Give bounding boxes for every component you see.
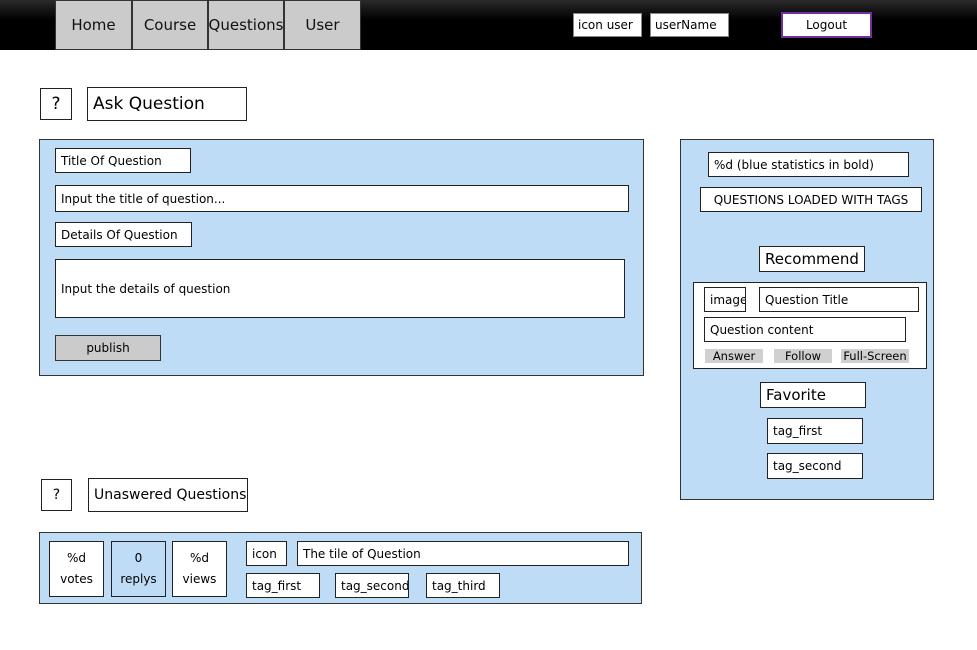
unanswered-question-item[interactable]: %d votes 0 replys %d views icon The tile… <box>39 532 642 604</box>
question-details-input[interactable]: Input the details of question <box>55 259 625 318</box>
fullscreen-button[interactable]: Full-Screen <box>841 349 909 363</box>
unanswered-question-title[interactable]: The tile of Question <box>297 541 629 566</box>
question-title-input[interactable]: Input the title of question... <box>55 185 629 212</box>
follow-button[interactable]: Follow <box>774 349 832 363</box>
recommend-question-content: Question content <box>704 317 906 342</box>
views-count: %d <box>189 551 210 565</box>
recommend-card[interactable]: image Question Title Question content An… <box>693 282 927 369</box>
recommend-question-title[interactable]: Question Title <box>759 287 919 312</box>
recommend-heading: Recommend <box>759 246 865 272</box>
question-mark-icon: ? <box>40 88 72 120</box>
views-stat: %d views <box>172 541 227 597</box>
question-icon: icon <box>246 541 287 566</box>
replies-label: replys <box>120 572 157 586</box>
votes-label: votes <box>60 572 93 586</box>
username-label[interactable]: userName <box>650 13 729 37</box>
nav-tab-questions[interactable]: Questions <box>208 0 284 50</box>
nav-tab-user[interactable]: User <box>284 0 361 50</box>
replies-count: 0 <box>134 551 143 565</box>
question-tag-first[interactable]: tag_first <box>246 573 320 598</box>
top-navigation-bar: Home Course Questions User icon user use… <box>0 0 977 50</box>
questions-loaded-with-tags[interactable]: QUESTIONS LOADED WITH TAGS <box>700 187 922 212</box>
ask-question-panel: Title Of Question Input the title of que… <box>39 139 644 376</box>
nav-tab-course[interactable]: Course <box>132 0 208 50</box>
ask-question-heading: Ask Question <box>87 87 247 121</box>
favorite-tag-first[interactable]: tag_first <box>767 418 863 444</box>
details-of-question-label: Details Of Question <box>55 222 192 247</box>
favorite-tag-second[interactable]: tag_second <box>767 453 863 479</box>
sidebar-panel: %d (blue statistics in bold) QUESTIONS L… <box>680 139 934 500</box>
favorite-heading: Favorite <box>760 382 866 408</box>
nav-tab-home[interactable]: Home <box>55 0 132 50</box>
views-label: views <box>182 572 217 586</box>
question-tag-second[interactable]: tag_second <box>335 573 409 598</box>
statistics-text: %d (blue statistics in bold) <box>708 152 909 177</box>
question-tag-third[interactable]: tag_third <box>426 573 500 598</box>
answer-button[interactable]: Answer <box>705 349 763 363</box>
votes-count: %d <box>66 551 87 565</box>
publish-button[interactable]: publish <box>55 335 161 361</box>
title-of-question-label: Title Of Question <box>55 148 191 173</box>
question-image: image <box>704 287 746 312</box>
unanswered-questions-heading: Unaswered Questions <box>88 478 248 512</box>
question-mark-icon: ? <box>41 479 72 511</box>
user-icon[interactable]: icon user <box>573 13 642 37</box>
votes-stat: %d votes <box>49 541 104 597</box>
replies-stat: 0 replys <box>111 541 166 597</box>
logout-button[interactable]: Logout <box>781 12 872 38</box>
